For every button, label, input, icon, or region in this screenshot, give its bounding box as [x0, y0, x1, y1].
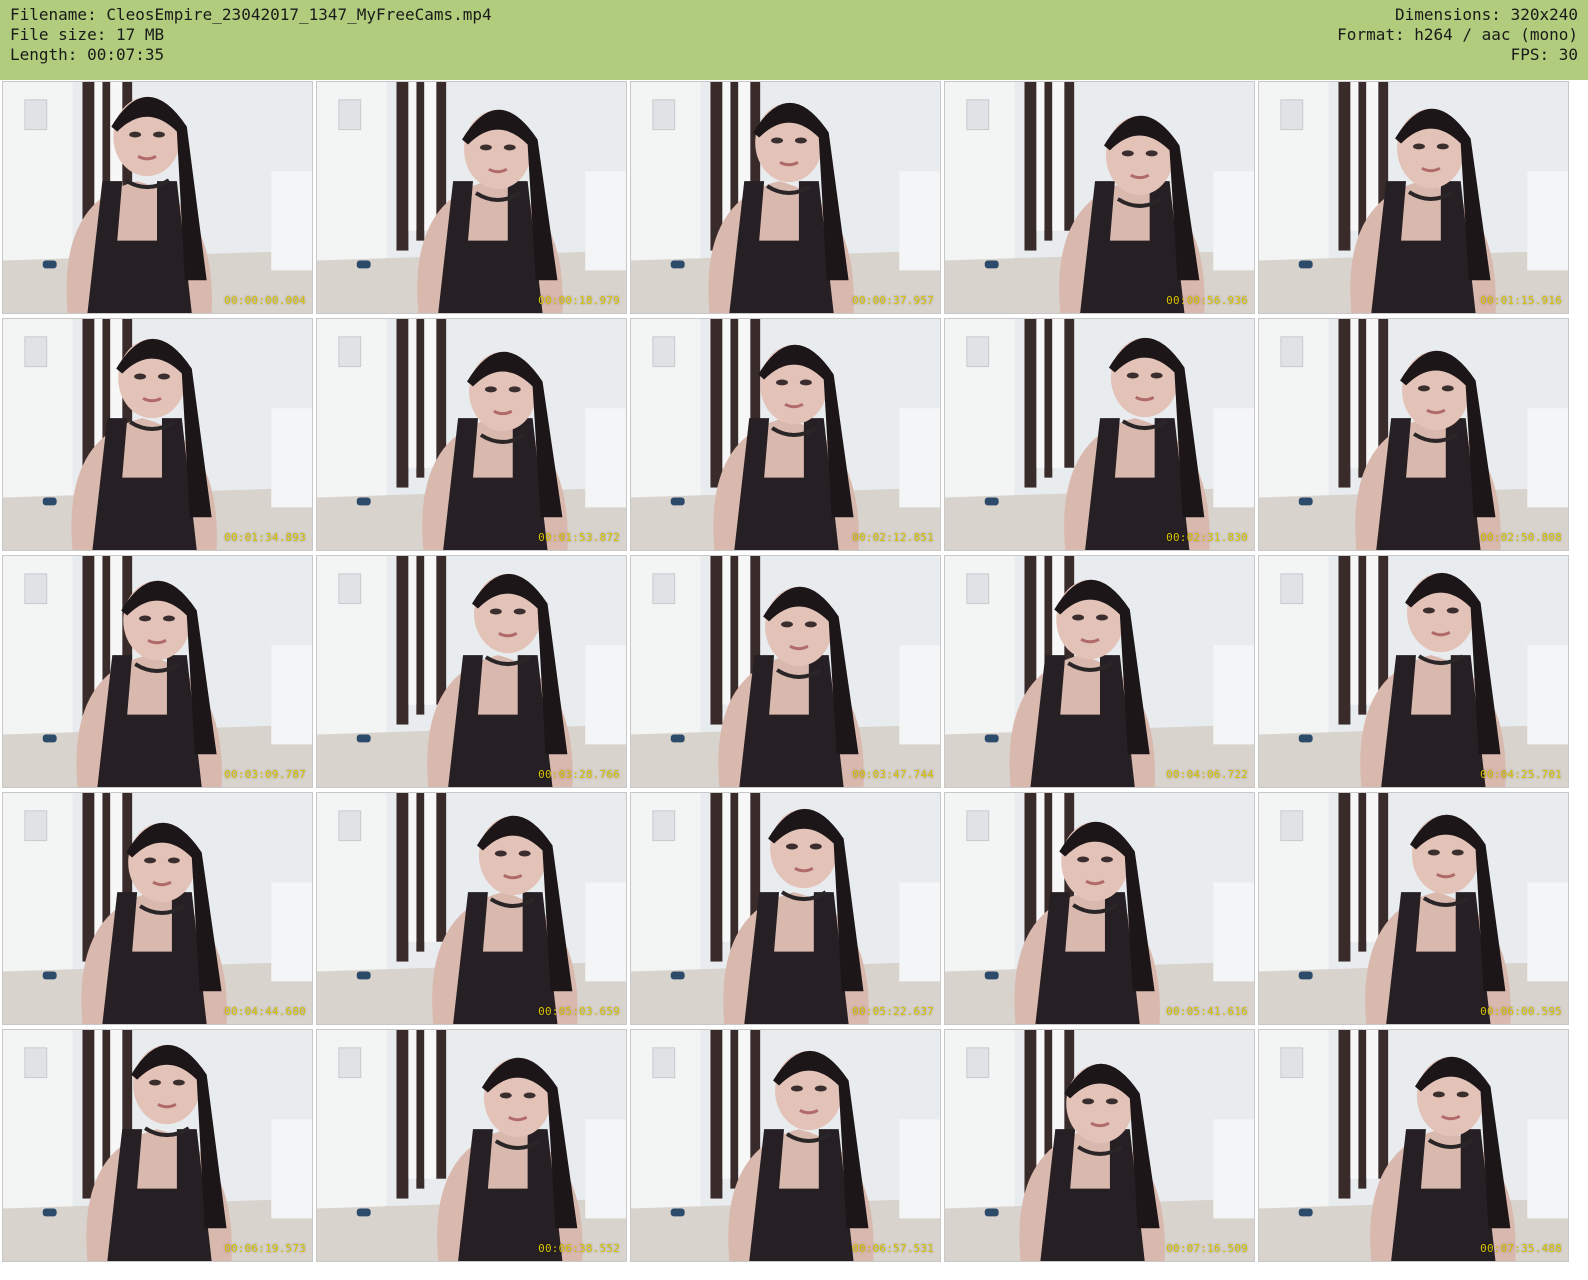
thumbnail-frame-image	[631, 556, 940, 787]
video-thumbnail: 00:05:22.637	[630, 792, 941, 1025]
thumbnail-timestamp: 00:02:12.851	[852, 531, 934, 544]
thumbnail-timestamp: 00:04:44.680	[224, 1005, 306, 1018]
video-thumbnail: 00:06:38.552	[316, 1029, 627, 1262]
thumbnail-timestamp: 00:03:47.744	[852, 768, 934, 781]
thumbnail-timestamp: 00:03:09.787	[224, 768, 306, 781]
thumbnail-frame-image	[3, 1030, 312, 1261]
thumbnail-frame-image	[631, 82, 940, 313]
thumbnail-frame-image	[317, 793, 626, 1024]
video-thumbnail: 00:06:57.531	[630, 1029, 941, 1262]
thumbnail-timestamp: 00:01:34.893	[224, 531, 306, 544]
thumbnail-frame-image	[317, 82, 626, 313]
video-thumbnail: 00:01:53.872	[316, 318, 627, 551]
thumbnail-timestamp: 00:00:18.979	[538, 294, 620, 307]
thumbnail-frame-image	[317, 1030, 626, 1261]
info-header: Filename: CleosEmpire_23042017_1347_MyFr…	[0, 0, 1588, 80]
video-thumbnail: 00:00:37.957	[630, 81, 941, 314]
video-thumbnail: 00:01:15.916	[1258, 81, 1569, 314]
thumbnail-frame-image	[945, 793, 1254, 1024]
thumbnail-timestamp: 00:04:06.722	[1166, 768, 1248, 781]
thumbnail-timestamp: 00:05:41.616	[1166, 1005, 1248, 1018]
thumbnail-frame-image	[3, 793, 312, 1024]
video-thumbnail: 00:06:00.595	[1258, 792, 1569, 1025]
thumbnail-timestamp: 00:01:53.872	[538, 531, 620, 544]
fps-text: FPS: 30	[1510, 45, 1578, 64]
thumbnail-timestamp: 00:00:37.957	[852, 294, 934, 307]
thumbnail-frame-image	[631, 793, 940, 1024]
thumbnail-frame-image	[1259, 319, 1568, 550]
thumbnail-timestamp: 00:05:03.659	[538, 1005, 620, 1018]
filesize-text: File size: 17 MB	[10, 25, 165, 44]
length-text: Length: 00:07:35	[10, 45, 165, 64]
video-thumbnail: 00:07:16.509	[944, 1029, 1255, 1262]
thumbnail-frame-image	[317, 319, 626, 550]
thumbnail-frame-image	[1259, 793, 1568, 1024]
thumbnail-timestamp: 00:01:15.916	[1480, 294, 1562, 307]
thumbnail-frame-image	[1259, 1030, 1568, 1261]
video-thumbnail: 00:05:03.659	[316, 792, 627, 1025]
thumbnail-frame-image	[945, 556, 1254, 787]
video-thumbnail: 00:02:31.830	[944, 318, 1255, 551]
video-thumbnail: 00:07:35.488	[1258, 1029, 1569, 1262]
video-thumbnail: 00:04:06.722	[944, 555, 1255, 788]
thumbnail-frame-image	[317, 556, 626, 787]
video-thumbnail: 00:01:34.893	[2, 318, 313, 551]
thumbnail-frame-image	[3, 319, 312, 550]
header-right-column: Dimensions: 320x240 Format: h264 / aac (…	[1337, 5, 1578, 65]
thumbnail-timestamp: 00:04:25.701	[1480, 768, 1562, 781]
thumbnail-timestamp: 00:03:28.766	[538, 768, 620, 781]
thumbnail-frame-image	[945, 1030, 1254, 1261]
thumbnail-frame-image	[3, 556, 312, 787]
thumbnail-timestamp: 00:02:31.830	[1166, 531, 1248, 544]
thumbnail-frame-image	[945, 319, 1254, 550]
thumbnail-frame-image	[1259, 556, 1568, 787]
filename-text: Filename: CleosEmpire_23042017_1347_MyFr…	[10, 5, 492, 24]
thumbnail-frame-image	[3, 82, 312, 313]
thumbnail-timestamp: 00:07:16.509	[1166, 1242, 1248, 1255]
thumbnail-grid: 00:00:00.004 00:00:18.979 00:00:37.957 00:0…	[0, 80, 1588, 1280]
thumbnail-timestamp: 00:07:35.488	[1480, 1242, 1562, 1255]
video-thumbnail: 00:00:00.004	[2, 81, 313, 314]
video-thumbnail: 00:03:47.744	[630, 555, 941, 788]
thumbnail-timestamp: 00:06:19.573	[224, 1242, 306, 1255]
video-thumbnail: 00:00:18.979	[316, 81, 627, 314]
video-thumbnail: 00:05:41.616	[944, 792, 1255, 1025]
thumbnail-timestamp: 00:06:00.595	[1480, 1005, 1562, 1018]
thumbnail-timestamp: 00:00:00.004	[224, 294, 306, 307]
dimensions-text: Dimensions: 320x240	[1394, 5, 1578, 24]
thumbnail-timestamp: 00:06:38.552	[538, 1242, 620, 1255]
video-thumbnail: 00:04:44.680	[2, 792, 313, 1025]
thumbnail-frame-image	[1259, 82, 1568, 313]
header-left-column: Filename: CleosEmpire_23042017_1347_MyFr…	[10, 5, 492, 65]
format-text: Format: h264 / aac (mono)	[1337, 25, 1578, 44]
thumbnail-frame-image	[631, 319, 940, 550]
thumbnail-timestamp: 00:06:57.531	[852, 1242, 934, 1255]
thumbnail-timestamp: 00:02:50.808	[1480, 531, 1562, 544]
video-thumbnail: 00:03:09.787	[2, 555, 313, 788]
video-thumbnail: 00:00:56.936	[944, 81, 1255, 314]
thumbnail-frame-image	[631, 1030, 940, 1261]
thumbnail-timestamp: 00:00:56.936	[1166, 294, 1248, 307]
video-thumbnail: 00:04:25.701	[1258, 555, 1569, 788]
video-thumbnail: 00:03:28.766	[316, 555, 627, 788]
thumbnail-frame-image	[945, 82, 1254, 313]
thumbnail-timestamp: 00:05:22.637	[852, 1005, 934, 1018]
video-thumbnail: 00:02:50.808	[1258, 318, 1569, 551]
video-thumbnail: 00:02:12.851	[630, 318, 941, 551]
video-thumbnail: 00:06:19.573	[2, 1029, 313, 1262]
